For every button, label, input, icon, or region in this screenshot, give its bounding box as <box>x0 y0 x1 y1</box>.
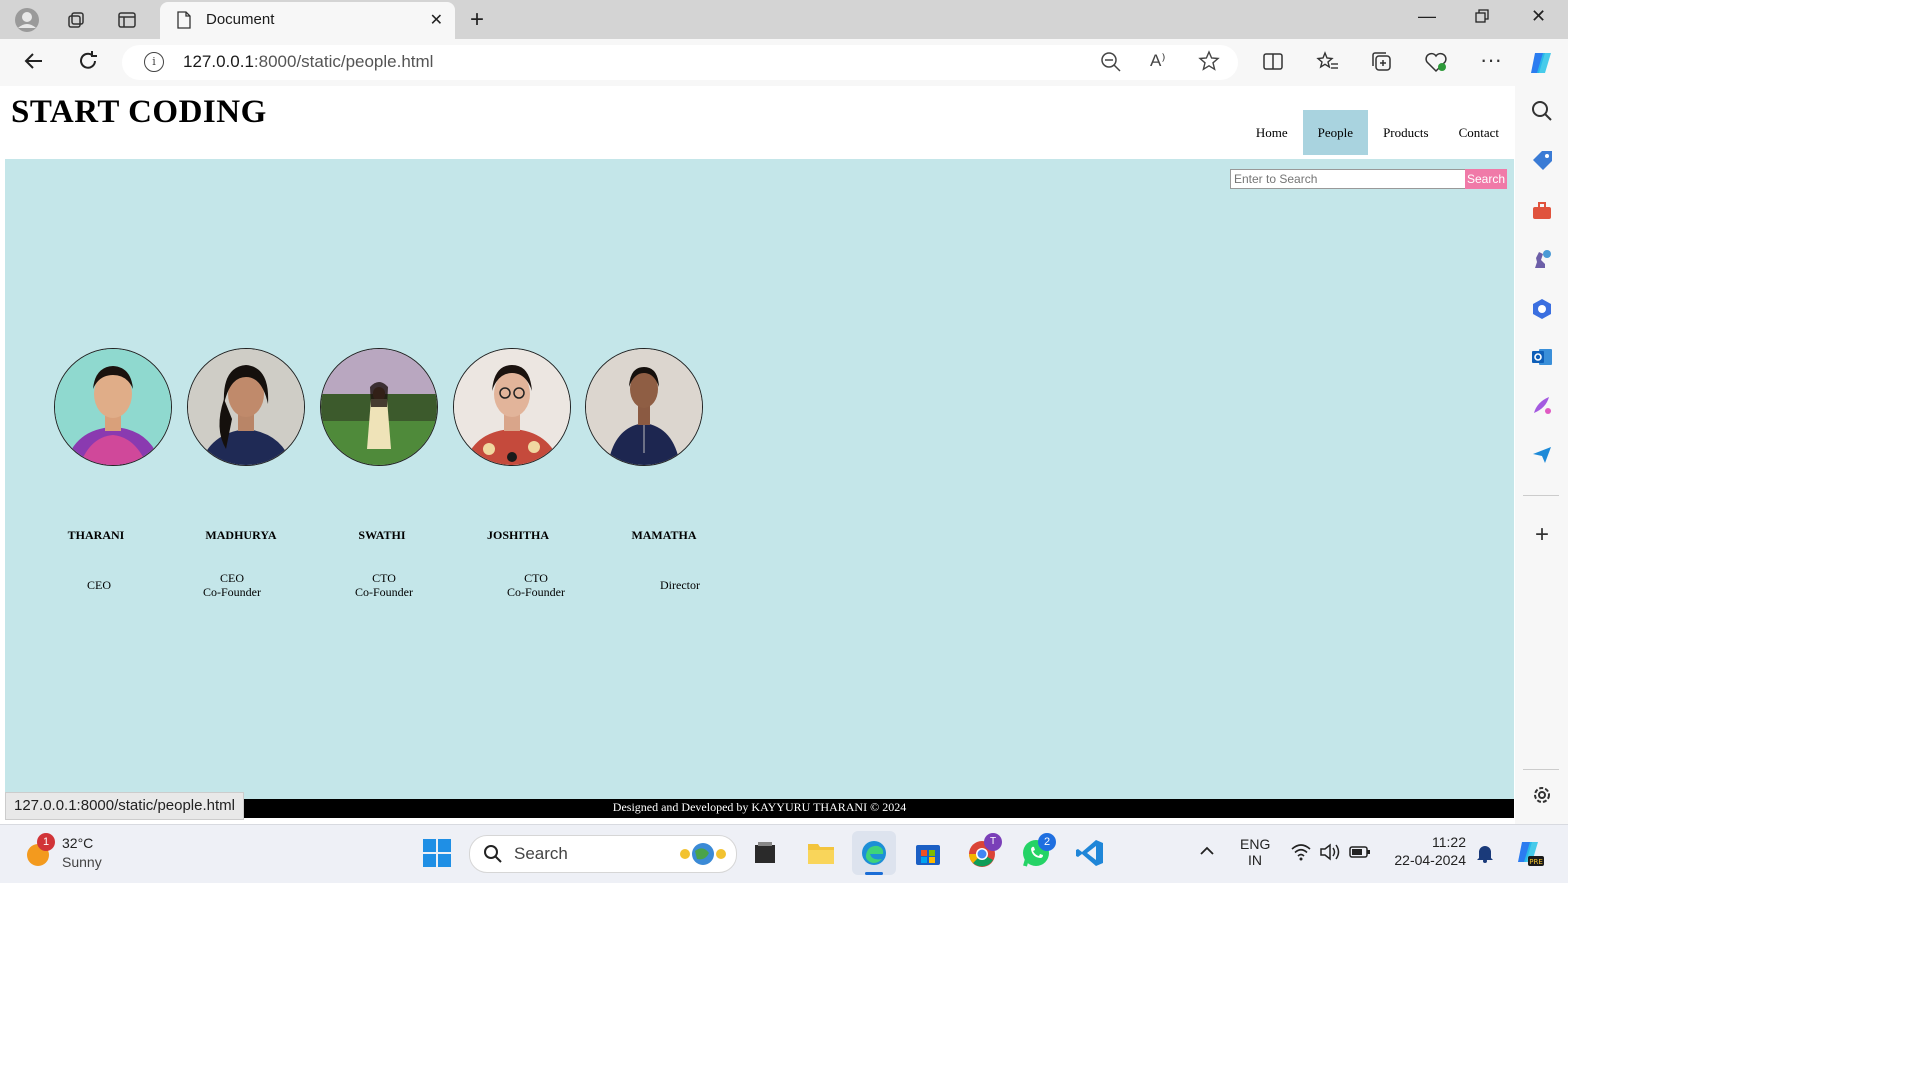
person-photo-joshitha <box>453 348 571 466</box>
document-icon <box>176 11 192 34</box>
send-icon[interactable] <box>1531 444 1553 466</box>
active-indicator <box>865 872 883 875</box>
new-tab-button[interactable]: + <box>470 6 484 34</box>
search-highlight-icon <box>675 841 731 872</box>
weather-badge: 1 <box>37 833 55 851</box>
search-icon <box>483 844 503 869</box>
chrome-profile-badge: T <box>984 833 1002 851</box>
site-brand: START CODING <box>11 94 267 130</box>
search-icon[interactable] <box>1531 100 1553 122</box>
person-name: MADHURYA <box>205 528 277 542</box>
web-page: START CODING Home People Products Contac… <box>5 86 1514 818</box>
zoom-out-icon[interactable] <box>1100 51 1122 79</box>
url-text[interactable]: 127.0.0.1:8000/static/people.html <box>183 52 433 72</box>
taskbar-search-label: Search <box>514 844 568 863</box>
read-aloud-icon[interactable]: A⁾ <box>1150 51 1166 71</box>
shopping-tag-icon[interactable] <box>1531 150 1553 172</box>
favorites-icon[interactable] <box>1316 51 1340 79</box>
microsoft-store-icon[interactable] <box>914 839 942 872</box>
person-role: CTO Co-Founder <box>507 571 565 599</box>
refresh-icon[interactable] <box>77 50 99 78</box>
profile-icon[interactable] <box>13 6 41 34</box>
windows-taskbar: 1 32°C Sunny Search T 2 ENG IN 11:22 22-… <box>0 824 1568 883</box>
person-name: MAMATHA <box>631 528 697 542</box>
workspaces-icon[interactable] <box>62 6 90 34</box>
clock-date: 22-04-2024 <box>1394 852 1466 868</box>
task-view-icon[interactable] <box>752 839 778 872</box>
copilot-pre-icon[interactable]: PRE <box>1514 838 1544 873</box>
tools-icon[interactable] <box>1531 200 1553 222</box>
games-icon[interactable] <box>1531 248 1553 270</box>
close-window-icon[interactable]: ✕ <box>1531 6 1546 27</box>
close-tab-icon[interactable]: ✕ <box>430 10 443 30</box>
add-icon[interactable]: + <box>1531 523 1553 547</box>
site-header: START CODING Home People Products Contac… <box>5 86 1514 159</box>
nav-products[interactable]: Products <box>1368 110 1444 155</box>
weather-desc[interactable]: Sunny <box>62 854 102 870</box>
person-name: JOSHITHA <box>486 528 549 542</box>
site-nav: Home People Products Contact <box>1241 110 1514 155</box>
split-screen-icon[interactable] <box>1262 51 1284 79</box>
restore-icon[interactable] <box>1474 8 1490 29</box>
browser-essentials-icon[interactable] <box>1424 51 1448 79</box>
person-photo-swathi <box>320 348 438 466</box>
search-form: Search <box>1230 169 1507 189</box>
tab-actions-icon[interactable] <box>113 6 141 34</box>
collections-icon[interactable] <box>1371 51 1393 79</box>
sidebar-divider <box>1523 769 1559 770</box>
notification-bell-icon[interactable] <box>1476 843 1494 868</box>
edge-icon <box>860 839 888 872</box>
volume-icon[interactable] <box>1319 843 1341 866</box>
person-role: CTO Co-Founder <box>355 571 413 599</box>
wifi-icon[interactable] <box>1291 843 1311 866</box>
sidebar-divider <box>1523 495 1559 496</box>
address-bar[interactable]: i 127.0.0.1:8000/static/people.html A⁾ <box>122 45 1238 80</box>
battery-icon[interactable] <box>1349 844 1371 865</box>
microsoft365-icon[interactable] <box>1531 298 1553 320</box>
browser-tab-bar: Document ✕ + — ✕ <box>0 0 1568 39</box>
vscode-icon[interactable] <box>1075 838 1105 873</box>
nav-home[interactable]: Home <box>1241 110 1303 155</box>
search-input[interactable] <box>1230 169 1468 189</box>
search-button[interactable]: Search <box>1465 169 1507 189</box>
person-name: SWATHI <box>358 528 406 542</box>
person-role: Director <box>660 578 700 592</box>
edge-taskbar-button[interactable] <box>852 831 896 875</box>
edge-sidebar: + <box>1515 86 1568 824</box>
person-role: CEO <box>87 578 111 592</box>
whatsapp-badge: 2 <box>1038 833 1056 851</box>
minimize-icon[interactable]: — <box>1418 6 1436 27</box>
person-photo-mamatha <box>585 348 703 466</box>
clock-time: 11:22 <box>1432 834 1466 850</box>
person-photo-tharani <box>54 348 172 466</box>
chevron-up-icon[interactable] <box>1199 843 1215 864</box>
status-bar-url: 127.0.0.1:8000/static/people.html <box>5 792 244 820</box>
back-icon[interactable] <box>22 49 46 79</box>
svg-text:PRE: PRE <box>1529 858 1543 866</box>
file-explorer-icon[interactable] <box>806 839 836 872</box>
clock[interactable]: 11:22 22-04-2024 <box>1390 834 1466 868</box>
person-photo-madhurya <box>187 348 305 466</box>
windows-start-icon[interactable] <box>422 838 452 873</box>
tab-title: Document <box>206 11 275 28</box>
weather-temp[interactable]: 32°C <box>62 835 93 851</box>
settings-gear-icon[interactable] <box>1531 784 1553 806</box>
person-role: CEO Co-Founder <box>203 571 261 599</box>
favorite-star-icon[interactable] <box>1198 50 1220 78</box>
designer-icon[interactable] <box>1531 394 1553 416</box>
language-indicator[interactable]: ENG IN <box>1240 836 1270 868</box>
browser-toolbar: i 127.0.0.1:8000/static/people.html A⁾ ·… <box>0 39 1568 86</box>
site-info-icon[interactable]: i <box>144 52 164 72</box>
nav-contact[interactable]: Contact <box>1444 110 1514 155</box>
more-options-icon[interactable]: ··· <box>1480 47 1502 73</box>
tab-document[interactable]: Document ✕ <box>160 2 455 39</box>
taskbar-search-box[interactable]: Search <box>469 835 737 873</box>
nav-people[interactable]: People <box>1302 110 1369 155</box>
outlook-icon[interactable] <box>1531 346 1553 368</box>
person-name: THARANI <box>67 528 125 542</box>
copilot-icon[interactable] <box>1527 49 1555 83</box>
